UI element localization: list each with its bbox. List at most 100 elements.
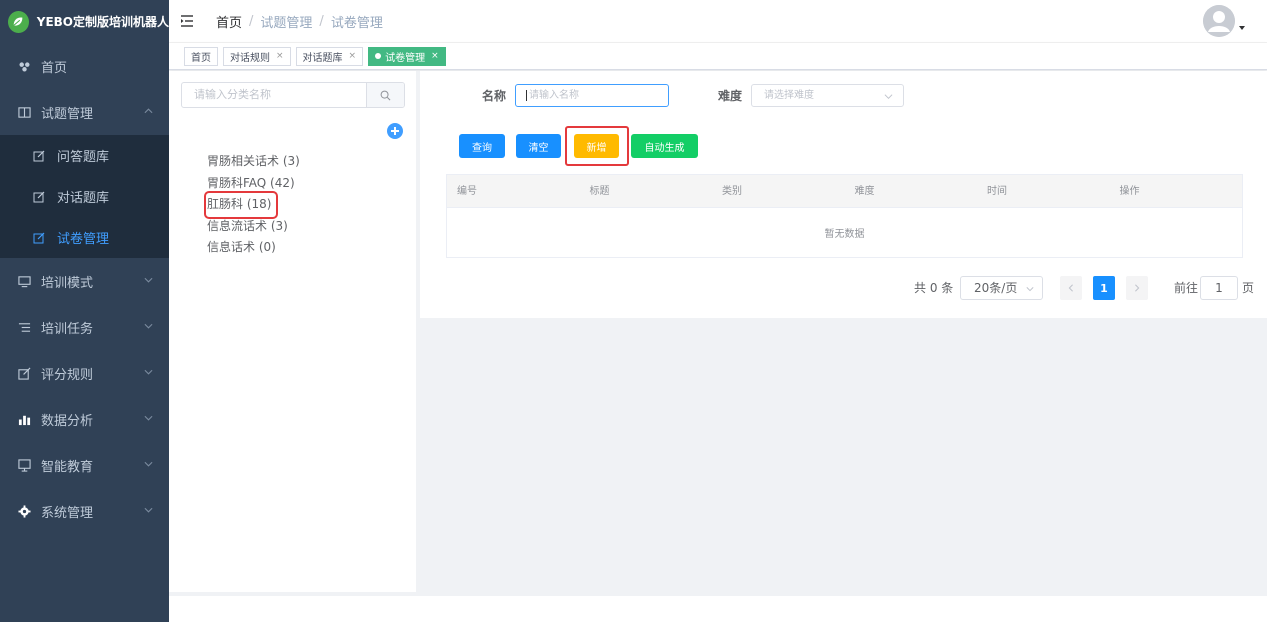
sidebar: YEBO定制版培训机器人 首页 试题管理 问答题库 对话题库 试卷管理 培训模式… <box>0 0 169 622</box>
page-number-button[interactable]: 1 <box>1093 276 1115 300</box>
plus-icon <box>391 127 399 135</box>
difficulty-placeholder: 请选择难度 <box>764 90 814 101</box>
edit-icon <box>17 366 31 380</box>
chevron-down-icon <box>1026 287 1034 292</box>
user-menu[interactable] <box>1203 5 1245 37</box>
sidebar-item-label: 问答题库 <box>57 150 110 165</box>
tree-node[interactable]: 胃肠相关话术 (3) <box>207 151 300 173</box>
sidebar-item-label: 智能教育 <box>41 459 94 475</box>
chevron-down-icon <box>144 320 153 335</box>
chevron-up-icon <box>144 105 153 120</box>
search-icon <box>380 90 391 100</box>
sidebar-item-dialog-bank[interactable]: 对话题库 <box>0 176 169 217</box>
breadcrumb-question-management: 试题管理 <box>260 15 313 31</box>
category-search-input[interactable]: 请输入分类名称 <box>182 83 366 107</box>
sidebar-item-question-management[interactable]: 试题管理 <box>0 89 169 135</box>
breadcrumb-separator: / <box>249 13 254 29</box>
text-cursor <box>526 89 527 101</box>
sidebar-item-smart-education[interactable]: 智能教育 <box>0 442 169 488</box>
breadcrumb-paper-management: 试卷管理 <box>330 15 383 31</box>
action-bar: 查询 清空 新增 自动生成 <box>420 126 1267 166</box>
sidebar-item-label: 首页 <box>41 60 68 76</box>
column-header-title: 标题 <box>589 186 610 197</box>
name-label: 名称 <box>482 89 507 103</box>
sidebar-item-label: 培训模式 <box>41 275 94 291</box>
tree-node[interactable]: 信息话术 (0) <box>207 237 300 259</box>
paper-table: 编号 标题 类别 难度 时间 操作 暂无数据 <box>446 174 1243 258</box>
menu-toggle-icon[interactable] <box>180 12 198 30</box>
category-search-button[interactable] <box>366 83 404 107</box>
tag-home[interactable]: 首页 <box>184 46 218 66</box>
tree-node[interactable]: 胃肠科FAQ (42) <box>207 173 300 195</box>
page-size-value: 20条/页 <box>974 281 1018 295</box>
breadcrumb-separator: / <box>319 13 324 29</box>
column-header-id: 编号 <box>457 186 477 197</box>
sidebar-item-training-mode[interactable]: 培训模式 <box>0 258 169 304</box>
clear-button[interactable]: 清空 <box>516 134 561 158</box>
pagination: 共 0 条 20条/页 1 前往 1 页 <box>420 276 1267 300</box>
goto-page-input[interactable]: 1 <box>1200 276 1238 300</box>
tag-label: 对话题库 <box>302 52 343 64</box>
query-button[interactable]: 查询 <box>459 134 505 158</box>
sidebar-item-scoring-rules[interactable]: 评分规则 <box>0 350 169 396</box>
edit-icon <box>33 190 47 204</box>
table-header: 编号 标题 类别 难度 时间 操作 <box>447 175 1242 208</box>
chevron-down-icon <box>144 504 153 519</box>
category-tree: 胃肠相关话术 (3) 胃肠科FAQ (42) 肛肠科 (18) 信息流话术 (3… <box>203 151 300 259</box>
sidebar-item-training-task[interactable]: 培训任务 <box>0 304 169 350</box>
sidebar-item-label: 评分规则 <box>41 367 94 383</box>
sidebar-item-home[interactable]: 首页 <box>0 43 169 89</box>
paper-list-panel: 名称 请输入名称 难度 请选择难度 查询 清空 新增 自动生成 编号 标题 类别… <box>420 71 1267 318</box>
monitor-icon <box>17 274 31 288</box>
close-icon[interactable]: × <box>349 51 357 61</box>
sidebar-item-paper-management[interactable]: 试卷管理 <box>0 217 169 258</box>
column-header-time: 时间 <box>987 186 1007 197</box>
tag-label: 首页 <box>191 52 211 64</box>
tags-view: 首页 对话规则 × 对话题库 × 试卷管理 × <box>169 43 1267 70</box>
page-size-select[interactable]: 20条/页 <box>960 276 1043 300</box>
page-suffix: 页 <box>1242 281 1255 295</box>
prev-page-button[interactable] <box>1060 276 1082 300</box>
tag-label: 对话规则 <box>230 52 270 64</box>
close-icon[interactable]: × <box>431 51 439 61</box>
close-icon[interactable]: × <box>276 51 284 61</box>
dashboard-icon <box>17 59 31 73</box>
sidebar-item-system-management[interactable]: 系统管理 <box>0 488 169 534</box>
sidebar-item-label: 数据分析 <box>41 413 94 429</box>
next-page-button[interactable] <box>1126 276 1148 300</box>
name-placeholder: 请输入名称 <box>529 90 579 101</box>
list-icon <box>17 320 31 334</box>
column-header-actions: 操作 <box>1119 186 1140 197</box>
chevron-right-icon <box>1135 284 1140 292</box>
footer <box>169 596 1267 622</box>
screen-icon <box>17 458 31 472</box>
name-input[interactable]: 请输入名称 <box>515 84 669 107</box>
add-button-highlight <box>565 126 629 166</box>
bar-chart-icon <box>17 412 31 426</box>
column-header-category: 类别 <box>722 186 742 197</box>
chevron-down-icon <box>144 274 153 289</box>
sidebar-item-qa-bank[interactable]: 问答题库 <box>0 135 169 176</box>
category-search: 请输入分类名称 <box>181 82 405 108</box>
tag-label: 试卷管理 <box>385 52 426 64</box>
tag-dialog-rules[interactable]: 对话规则 × <box>223 46 291 66</box>
app-logo[interactable]: YEBO定制版培训机器人 <box>0 0 169 43</box>
add-category-button[interactable] <box>387 123 403 139</box>
main-content: 请输入分类名称 胃肠相关话术 (3) 胃肠科FAQ (42) 肛肠科 (18) … <box>169 71 1267 622</box>
tag-paper-management[interactable]: 试卷管理 × <box>368 46 446 66</box>
column-header-difficulty: 难度 <box>854 186 875 197</box>
sidebar-item-label: 试卷管理 <box>57 232 110 247</box>
chevron-down-icon <box>884 94 893 100</box>
sidebar-item-label: 系统管理 <box>41 505 94 521</box>
auto-generate-button[interactable]: 自动生成 <box>631 134 698 158</box>
active-dot-icon <box>375 53 382 59</box>
breadcrumb-home[interactable]: 首页 <box>216 12 242 31</box>
gear-icon <box>17 504 31 518</box>
difficulty-select[interactable]: 请选择难度 <box>751 84 904 107</box>
tag-dialog-bank[interactable]: 对话题库 × <box>295 46 364 66</box>
avatar[interactable] <box>1203 5 1235 37</box>
tree-node-highlighted[interactable]: 肛肠科 (18) <box>203 191 279 219</box>
tree-node[interactable]: 信息流话术 (3) <box>207 216 300 238</box>
sidebar-item-data-analysis[interactable]: 数据分析 <box>0 396 169 442</box>
chevron-down-icon <box>144 412 153 427</box>
